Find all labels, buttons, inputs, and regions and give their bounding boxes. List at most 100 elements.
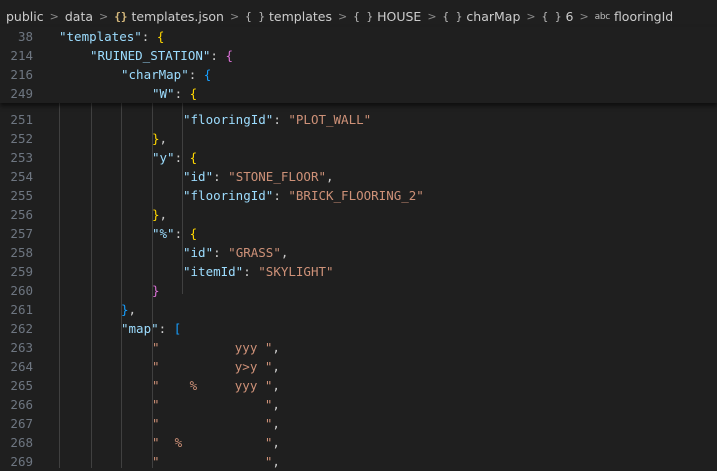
code-text: " ",: [152, 452, 280, 471]
chevron-right-icon: >: [49, 10, 59, 23]
sticky-line[interactable]: 249 "W": {: [0, 84, 717, 103]
chevron-right-icon: >: [427, 10, 437, 23]
code-text: "y": {: [152, 148, 197, 167]
breadcrumb-label: templates.json: [131, 9, 224, 24]
bracket: {: [189, 86, 198, 101]
punctuation: :: [273, 112, 289, 127]
sticky-line[interactable]: 214 "RUINED_STATION": {: [0, 46, 717, 65]
code-line[interactable]: 252},: [0, 129, 717, 148]
code-line[interactable]: 267 " ",: [0, 414, 717, 433]
breadcrumb-item[interactable]: { } templates: [245, 9, 332, 24]
punctuation: ,: [272, 397, 280, 412]
code-line[interactable]: 257 "%": {: [0, 224, 717, 243]
code-line[interactable]: 254 "id": "STONE_FLOOR",: [0, 167, 717, 186]
line-number: 264: [10, 359, 33, 374]
sticky-line[interactable]: 38 "templates": {: [0, 27, 717, 46]
json-key: "flooringId": [183, 188, 274, 203]
code-line[interactable]: 269 " ",: [0, 452, 717, 471]
bracket: }: [152, 131, 160, 146]
breadcrumb-label: HOUSE: [377, 9, 422, 24]
punctuation: :: [210, 48, 226, 63]
code-line[interactable]: 260}: [0, 281, 717, 300]
code-text: "id": "GRASS",: [183, 243, 288, 262]
code-text: " ",: [152, 414, 280, 433]
line-number: 255: [10, 188, 33, 203]
code-text: "W": {: [152, 84, 197, 103]
punctuation: :: [213, 169, 229, 184]
punctuation: :: [273, 188, 289, 203]
code-line[interactable]: 265 " % yyy ",: [0, 376, 717, 395]
json-string-value: " yyy ": [152, 340, 273, 355]
json-key: "W": [152, 86, 175, 101]
code-text: " ",: [152, 395, 280, 414]
json-key: "y": [152, 150, 175, 165]
sticky-scroll-header[interactable]: 38 "templates": {214 "RUINED_STATION": {21…: [0, 27, 717, 103]
breadcrumb-item[interactable]: { } 6: [542, 9, 574, 24]
code-text: "map": [: [121, 319, 181, 338]
json-string-value: " ": [152, 397, 273, 412]
code-line[interactable]: 256},: [0, 205, 717, 224]
bracket: }: [152, 207, 160, 222]
chevron-right-icon: >: [526, 10, 536, 23]
bracket: [: [173, 321, 182, 336]
line-number: 260: [10, 283, 33, 298]
line-number: 254: [10, 169, 33, 184]
code-line[interactable]: 262 "map": [: [0, 319, 717, 338]
punctuation: ,: [272, 435, 280, 450]
punctuation: ,: [128, 302, 137, 317]
breadcrumb-item[interactable]: {} templates.json: [114, 9, 224, 24]
code-editor[interactable]: 38 "templates": {214 "RUINED_STATION": {21…: [0, 27, 717, 471]
line-number: 216: [10, 67, 33, 82]
code-line[interactable]: 264 " y>y ",: [0, 357, 717, 376]
punctuation: :: [141, 29, 157, 44]
code-line[interactable]: 253 "y": {: [0, 148, 717, 167]
json-file-icon: {}: [114, 10, 128, 23]
code-line[interactable]: 258 "id": "GRASS",: [0, 243, 717, 262]
bracket: }: [152, 283, 160, 298]
line-number: 258: [10, 245, 33, 260]
code-text: "templates": {: [59, 27, 164, 46]
object-icon: { }: [442, 10, 463, 23]
chevron-right-icon: >: [337, 10, 348, 23]
breadcrumb-label: 6: [565, 9, 574, 24]
sticky-line[interactable]: 216 "charMap": {: [0, 65, 717, 84]
breadcrumb-item[interactable]: public: [6, 9, 44, 24]
punctuation: ,: [326, 169, 334, 184]
code-text: "charMap": {: [121, 65, 211, 84]
line-number: 249: [10, 86, 33, 101]
breadcrumb-item[interactable]: { } charMap: [443, 9, 521, 24]
punctuation: :: [174, 86, 190, 101]
code-line[interactable]: 261},: [0, 300, 717, 319]
line-number: 267: [10, 416, 33, 431]
punctuation: :: [158, 321, 174, 336]
json-string-value: "GRASS": [228, 245, 281, 260]
breadcrumb-item[interactable]: data: [65, 9, 93, 24]
chevron-right-icon: >: [579, 10, 589, 23]
json-key: "templates": [59, 29, 142, 44]
breadcrumb-item[interactable]: abc flooringId: [595, 9, 674, 24]
code-text: "RUINED_STATION": {: [90, 46, 233, 65]
line-number: 252: [10, 131, 33, 146]
line-number: 257: [10, 226, 33, 241]
code-text: "%": {: [152, 224, 197, 243]
line-number: 265: [10, 378, 33, 393]
line-number: 214: [10, 48, 33, 63]
bracket: {: [156, 29, 165, 44]
punctuation: ,: [280, 245, 289, 260]
code-line[interactable]: 255 "flooringId": "BRICK_FLOORING_2": [0, 186, 717, 205]
code-text: " % yyy ",: [152, 376, 280, 395]
breadcrumb-item[interactable]: { } HOUSE: [353, 9, 421, 24]
json-string-value: "BRICK_FLOORING_2": [288, 188, 424, 203]
code-line[interactable]: 268 " % ",: [0, 433, 717, 452]
punctuation: :: [174, 150, 190, 165]
code-line[interactable]: 259 "itemId": "SKYLIGHT": [0, 262, 717, 281]
code-line[interactable]: 263 " yyy ",: [0, 338, 717, 357]
breadcrumb-label: public: [6, 9, 44, 24]
code-line[interactable]: 266 " ",: [0, 395, 717, 414]
json-key: "id": [183, 245, 214, 260]
code-line[interactable]: 251 "flooringId": "PLOT_WALL": [0, 110, 717, 129]
json-key: "flooringId": [183, 112, 274, 127]
json-string-value: "PLOT_WALL": [288, 112, 372, 127]
punctuation: ,: [272, 340, 280, 355]
punctuation: ,: [272, 378, 280, 393]
